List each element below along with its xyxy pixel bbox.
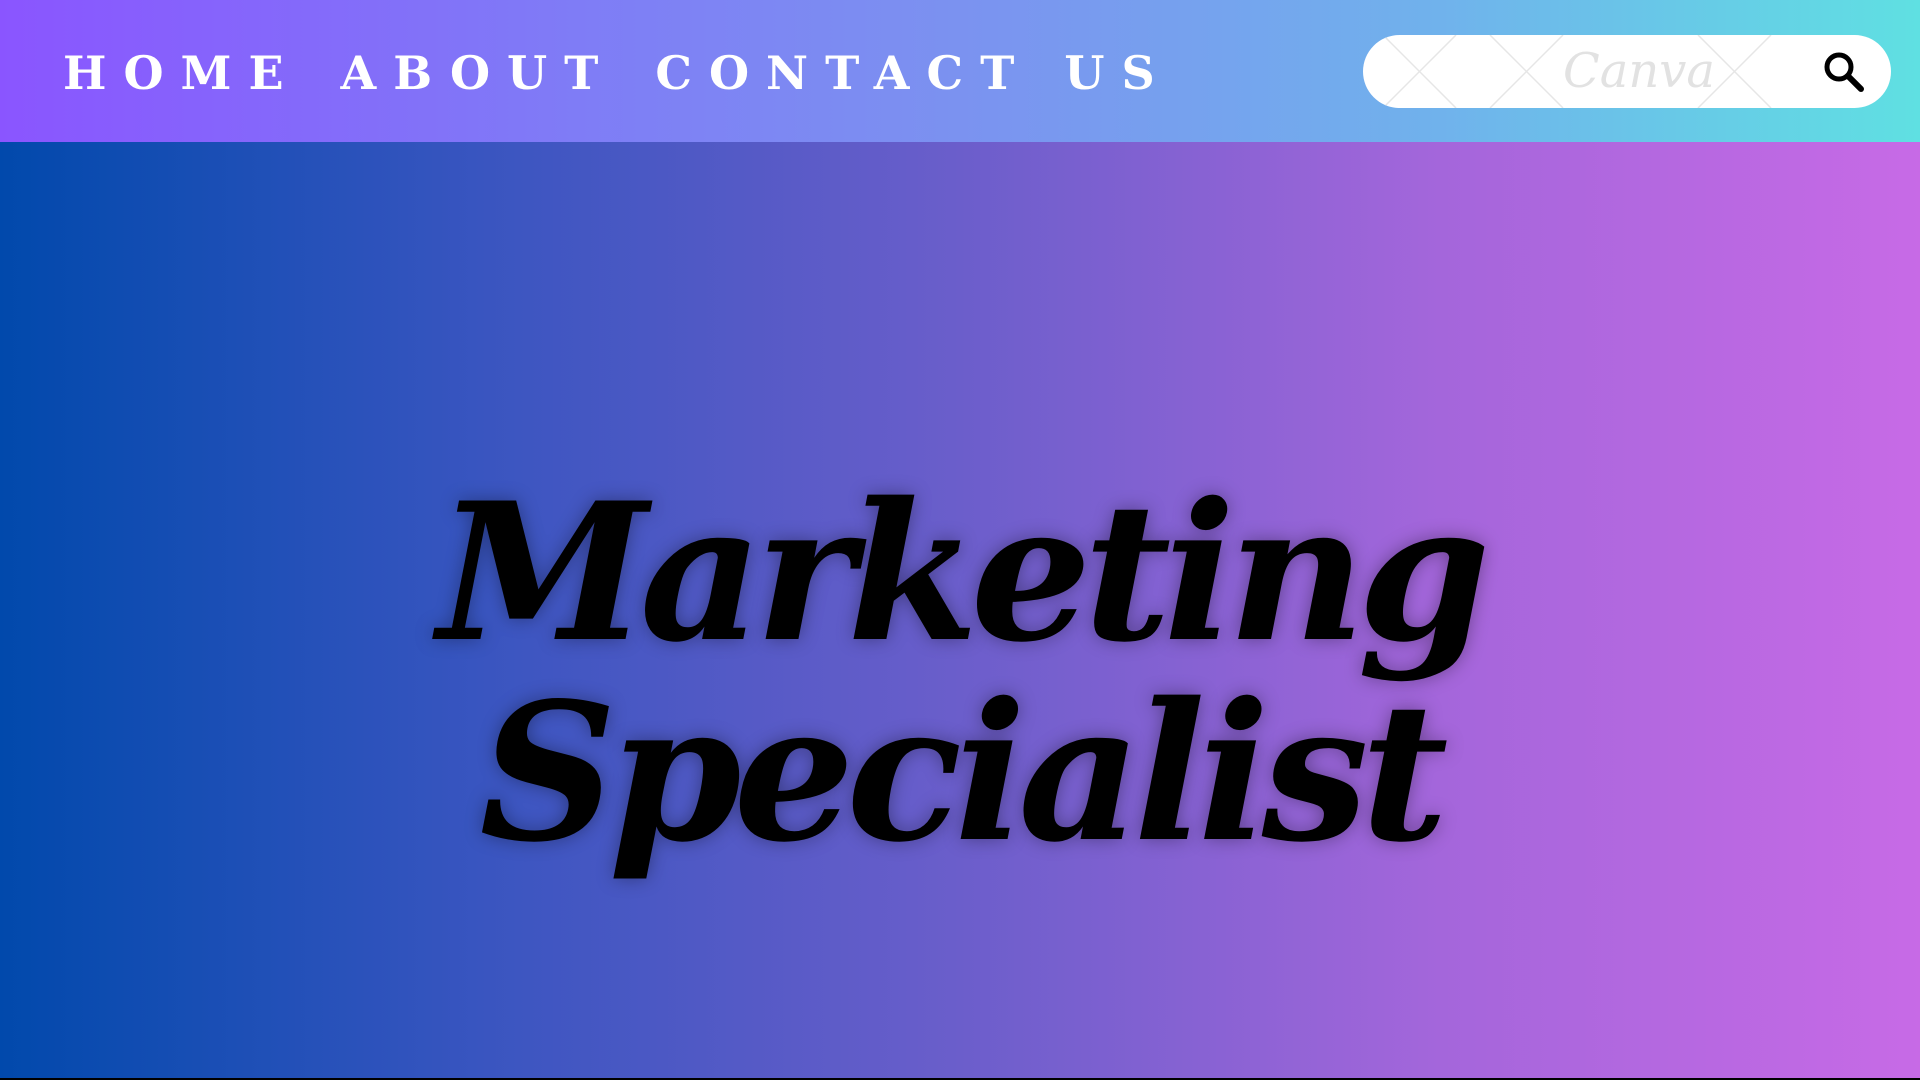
- nav-link-home[interactable]: HOME: [63, 46, 301, 100]
- hero-section: Marketing Specialist: [0, 142, 1920, 1078]
- hero-title: Marketing Specialist: [0, 473, 1920, 873]
- search-input[interactable]: [1393, 35, 1797, 108]
- top-nav-bar: HOME ABOUT CONTACT US Canva: [0, 0, 1920, 142]
- nav-links: HOME ABOUT CONTACT US: [63, 46, 1212, 100]
- search-icon[interactable]: [1821, 49, 1867, 95]
- page: HOME ABOUT CONTACT US Canva Marketing Sp…: [0, 0, 1920, 1080]
- nav-link-contact-us[interactable]: CONTACT US: [655, 46, 1171, 100]
- hero-title-line-2: Specialist: [479, 661, 1448, 885]
- hero-title-line-1: Marketing: [437, 461, 1491, 685]
- nav-link-about[interactable]: ABOUT: [341, 46, 616, 100]
- search-box[interactable]: Canva: [1363, 35, 1891, 108]
